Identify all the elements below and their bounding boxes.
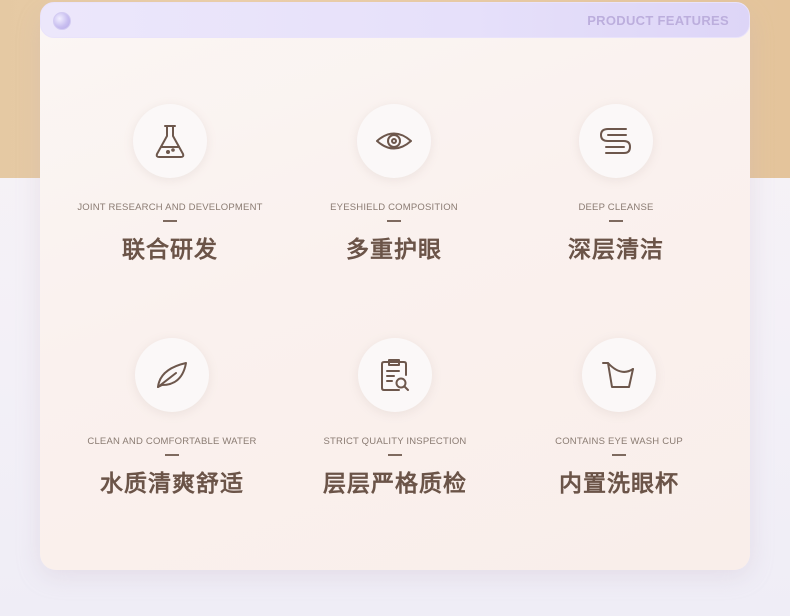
divider [387, 220, 401, 222]
feature-cn-label: 深层清洁 [568, 237, 664, 263]
flask-icon [133, 104, 207, 178]
feature-joint-research: JOINT RESEARCH AND DEVELOPMENT 联合研发 [60, 104, 280, 264]
divider [165, 454, 179, 456]
feature-deep-cleanse: DEEP CLEANSE 深层清洁 [506, 104, 726, 264]
leaf-icon [135, 338, 209, 412]
feature-cn-label: 水质清爽舒适 [100, 471, 244, 497]
feature-cn-label: 内置洗眼杯 [559, 471, 679, 497]
feature-quality-inspection: STRICT QUALITY INSPECTION 层层严格质检 [285, 338, 505, 498]
feature-en-label: STRICT QUALITY INSPECTION [323, 436, 467, 447]
divider [388, 454, 402, 456]
feature-cn-label: 层层严格质检 [323, 471, 467, 497]
clipboard-search-icon [358, 338, 432, 412]
feature-en-label: JOINT RESEARCH AND DEVELOPMENT [77, 202, 263, 213]
feature-en-label: CLEAN AND COMFORTABLE WATER [87, 436, 257, 447]
header-bar: PRODUCT FEATURES [40, 2, 750, 38]
feature-en-label: DEEP CLEANSE [578, 202, 654, 213]
header-dot-icon [53, 12, 71, 30]
cleanse-icon [579, 104, 653, 178]
feature-eyeshield: EYESHIELD COMPOSITION 多重护眼 [284, 104, 504, 264]
section-label: PRODUCT FEATURES [587, 13, 729, 28]
cup-icon [582, 338, 656, 412]
feature-cn-label: 多重护眼 [346, 237, 442, 263]
feature-eye-wash-cup: CONTAINS EYE WASH CUP 内置洗眼杯 [509, 338, 729, 498]
feature-en-label: CONTAINS EYE WASH CUP [555, 436, 683, 447]
feature-en-label: EYESHIELD COMPOSITION [330, 202, 458, 213]
divider [612, 454, 626, 456]
eye-icon [357, 104, 431, 178]
feature-cn-label: 联合研发 [122, 237, 218, 263]
divider [163, 220, 177, 222]
divider [609, 220, 623, 222]
feature-clean-water: CLEAN AND COMFORTABLE WATER 水质清爽舒适 [62, 338, 282, 498]
